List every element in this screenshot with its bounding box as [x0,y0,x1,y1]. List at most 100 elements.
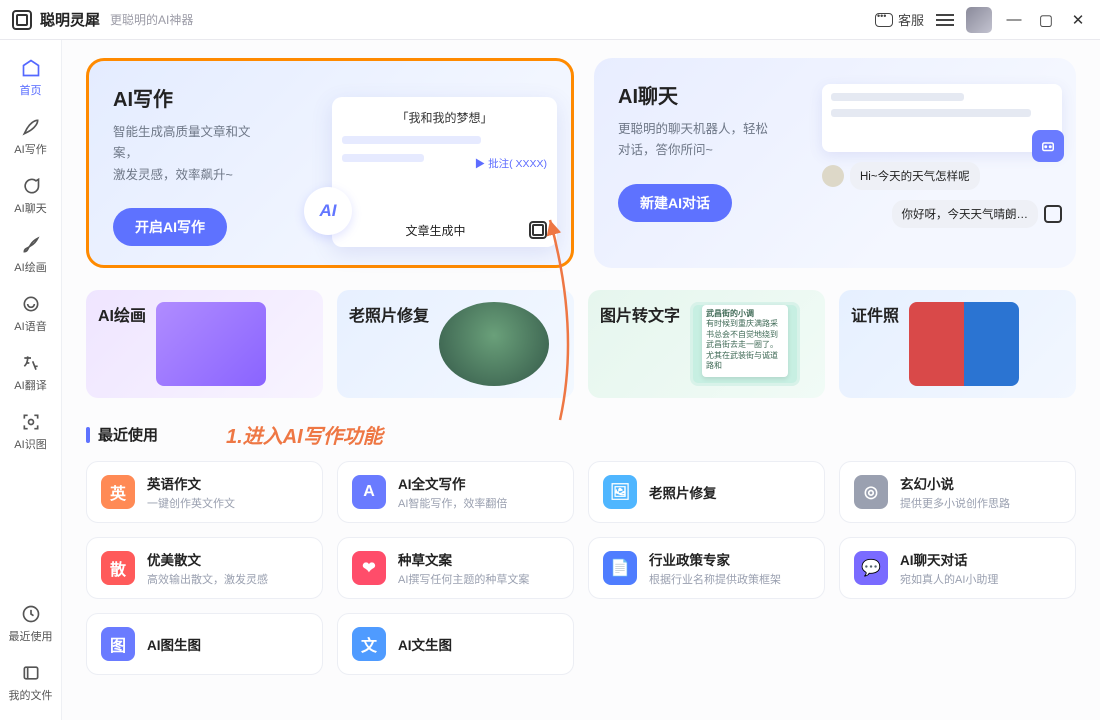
recent-card[interactable]: 🖼 老照片修复 [588,461,825,523]
chat-mockup: Hi~今天的天气怎样呢 你好呀，今天天气晴朗… [822,84,1062,228]
hero-write-desc: 智能生成高质量文章和文案，激发灵感，效率飙升~ [113,122,273,186]
feature-thumb: 武昌街的小调有时候到重庆满路采书总会不自觉地绕到武昌街去走一圈了。尤其在武装街与… [690,302,800,386]
hero-write-title: AI写作 [113,83,273,112]
hero-ai-chat[interactable]: AI聊天 更聪明的聊天机器人，轻松对话，答你所问~ 新建AI对话 Hi~今天的天… [594,58,1076,268]
section-pip [86,427,90,443]
recent-card[interactable]: 📄 行业政策专家 根据行业名称提供政策框架 [588,537,825,599]
sidebar-item-recent[interactable]: 最近使用 [5,596,57,651]
recent-icon: 英 [101,475,135,509]
sidebar-item-home[interactable]: 首页 [5,50,57,105]
recent-icon: 📄 [603,551,637,585]
home-icon [20,57,42,79]
close-button[interactable]: ✕ [1068,11,1088,29]
menu-button[interactable] [936,14,954,26]
translate-icon [20,352,42,374]
sidebar-item-label: 最近使用 [9,628,53,644]
hero-chat-desc: 更聪明的聊天机器人，轻松对话，答你所问~ [618,119,768,162]
voice-icon [20,293,42,315]
avatar[interactable] [966,7,992,33]
recent-title: AI聊天对话 [900,549,998,569]
feature-title: 老照片修复 [349,302,429,326]
sidebar-item-files[interactable]: 我的文件 [5,655,57,710]
recent-icon: 文 [352,627,386,661]
recent-card[interactable]: 💬 AI聊天对话 宛如真人的AI小助理 [839,537,1076,599]
user-avatar-small [822,165,844,187]
recent-subtitle: 一键创作英文作文 [147,495,235,511]
chat-bubble-icon [20,175,42,197]
recent-card[interactable]: 散 优美散文 高效输出散文，激发灵感 [86,537,323,599]
recent-icon: 💬 [854,551,888,585]
recent-subtitle: AI撰写任何主题的种草文案 [398,571,529,587]
chat-icon [875,13,893,27]
recent-card[interactable]: ❤ 种草文案 AI撰写任何主题的种草文案 [337,537,574,599]
recent-icon: 散 [101,551,135,585]
sidebar-item-label: 我的文件 [9,687,53,703]
recent-title: 英语作文 [147,473,235,493]
recent-card[interactable]: A AI全文写作 AI智能写作，效率翻倍 [337,461,574,523]
clock-icon [20,603,42,625]
recent-title: 优美散文 [147,549,268,569]
recent-subtitle: 根据行业名称提供政策框架 [649,571,781,587]
sidebar-item-label: AI语音 [14,318,46,334]
recent-icon: ◎ [854,475,888,509]
brush-icon [20,234,42,256]
sidebar-item-translate[interactable]: AI翻译 [5,345,57,400]
scan-icon [20,411,42,433]
sidebar-item-label: 首页 [20,82,42,98]
sidebar-item-label: AI绘画 [14,259,46,275]
recent-title: AI图生图 [147,634,201,654]
sidebar-item-label: AI聊天 [14,200,46,216]
sidebar-item-label: AI翻译 [14,377,46,393]
recent-subtitle: 高效输出散文，激发灵感 [147,571,268,587]
recent-subtitle: 提供更多小说创作思路 [900,495,1010,511]
sidebar-item-vision[interactable]: AI识图 [5,404,57,459]
feature-thumb [156,302,266,386]
sidebar-item-label: AI识图 [14,436,46,452]
recent-header: 最近使用 [98,424,158,445]
sidebar: 首页 AI写作 AI聊天 AI绘画 AI语音 AI翻译 AI识图 最 [0,40,62,720]
feature-title: 证件照 [851,302,899,326]
tagline: 更聪明的AI神器 [110,11,193,28]
app-name: 聪明灵犀 [40,9,100,30]
chat-msg-1: Hi~今天的天气怎样呢 [850,162,980,190]
recent-card[interactable]: 英 英语作文 一键创作英文作文 [86,461,323,523]
recent-title: 玄幻小说 [900,473,1010,493]
sidebar-item-voice[interactable]: AI语音 [5,286,57,341]
feature-title: AI绘画 [98,302,146,326]
recent-icon: 图 [101,627,135,661]
chat-robot-icon [1032,130,1064,162]
sidebar-item-write[interactable]: AI写作 [5,109,57,164]
recent-title: AI文生图 [398,634,452,654]
recent-subtitle: AI智能写作，效率翻倍 [398,495,507,511]
sidebar-item-draw[interactable]: AI绘画 [5,227,57,282]
feature-thumb [909,302,1019,386]
hero-chat-title: AI聊天 [618,80,768,109]
feather-icon [20,116,42,138]
start-ai-write-button[interactable]: 开启AI写作 [113,208,227,246]
minimize-button[interactable]: — [1004,11,1024,28]
recent-icon: A [352,475,386,509]
recent-title: 种草文案 [398,549,529,569]
folder-icon [20,662,42,684]
mock-quote: 「我和我的梦想」 [342,109,547,126]
recent-title: 行业政策专家 [649,549,781,569]
chat-msg-2: 你好呀，今天天气晴朗… [892,200,1039,228]
feature-id-photo[interactable]: 证件照 [839,290,1076,398]
recent-title: AI全文写作 [398,473,507,493]
sidebar-item-label: AI写作 [14,141,46,157]
annotation-arrow [480,210,650,440]
maximize-button[interactable]: ▢ [1036,11,1056,29]
recent-card[interactable]: 图 AI图生图 [86,613,323,675]
spin-icon [1044,205,1062,223]
recent-card[interactable]: ◎ 玄幻小说 提供更多小说创作思路 [839,461,1076,523]
recent-icon: 🖼 [603,475,637,509]
recent-card[interactable]: 文 AI文生图 [337,613,574,675]
annotation-text: 1.进入AI写作功能 [226,420,383,449]
feature-ai-draw[interactable]: AI绘画 [86,290,323,398]
recent-grid: 英 英语作文 一键创作英文作文A AI全文写作 AI智能写作，效率翻倍🖼 老照片… [86,461,1076,675]
recent-icon: ❤ [352,551,386,585]
app-logo [12,10,32,30]
support-button[interactable]: 客服 [875,10,924,29]
main-content: AI写作 智能生成高质量文章和文案，激发灵感，效率飙升~ 开启AI写作 AI 「… [62,40,1100,720]
sidebar-item-chat[interactable]: AI聊天 [5,168,57,223]
